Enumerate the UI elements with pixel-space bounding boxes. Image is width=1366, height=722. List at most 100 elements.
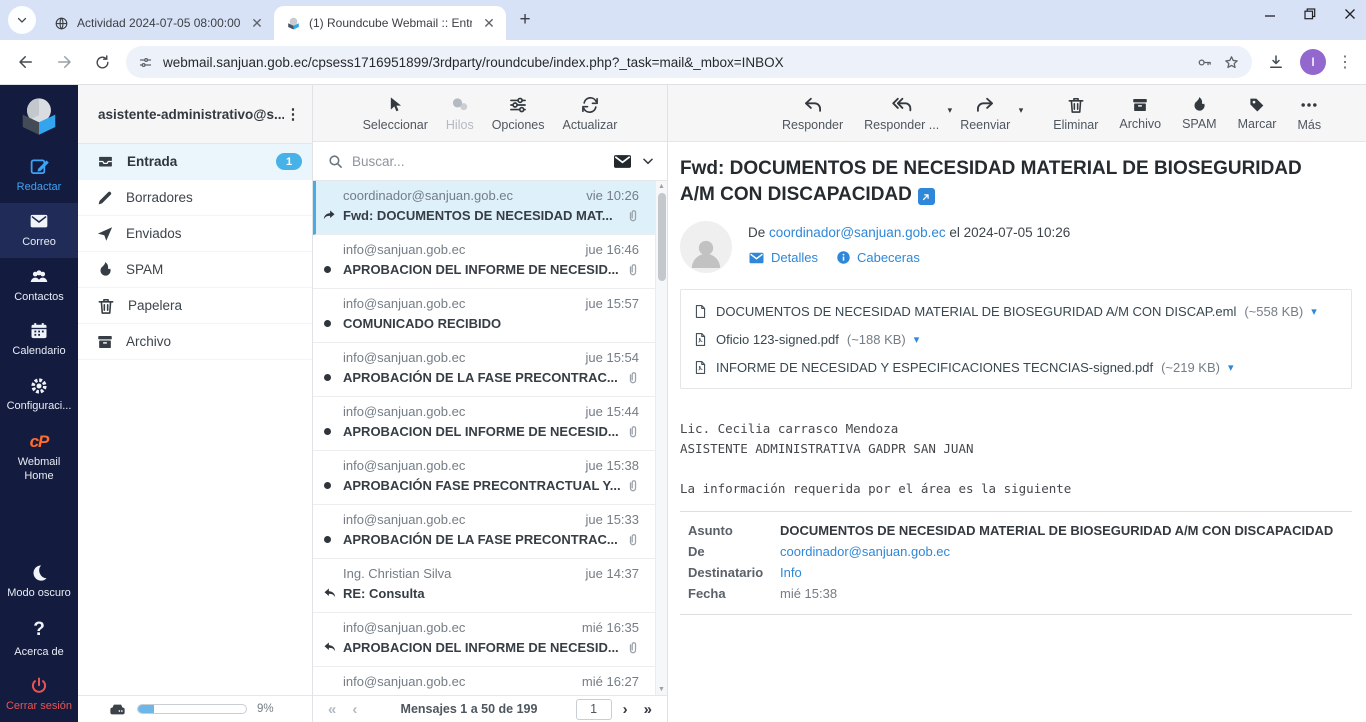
attachment-name[interactable]: INFORME DE NECESIDAD Y ESPECIFICACIONES … [716, 360, 1153, 375]
profile-avatar[interactable]: I [1300, 49, 1326, 75]
prev-page-icon[interactable]: ‹ [347, 701, 362, 718]
folders-panel: asistente-administrativo@s... ⋮ Entrada1… [78, 85, 313, 722]
browser-tab-1[interactable]: Actividad 2024-07-05 08:00:00 ✕ [42, 6, 274, 40]
tab-list-button[interactable] [8, 6, 36, 34]
tab-close-icon[interactable]: ✕ [248, 14, 266, 32]
detail-value[interactable]: coordinador@sanjuan.gob.ec [780, 541, 950, 562]
tab-close-icon[interactable]: ✕ [480, 14, 498, 32]
mail-toolbar-reenviar[interactable]: ▾Reenviar [956, 93, 1014, 134]
attachment-menu-caret-icon[interactable]: ▾ [1311, 305, 1317, 318]
folder-spam[interactable]: SPAM [78, 252, 312, 288]
message-subject: APROBACIÓN DE LA FASE PRECONTRAC... [343, 370, 639, 385]
search-options-chevron-icon[interactable] [641, 154, 655, 168]
mail-toolbar-spam[interactable]: SPAM [1178, 93, 1221, 133]
reply-flag-icon [321, 640, 338, 655]
message-row[interactable]: Ing. Christian Silvajue 14:37RE: Consult… [313, 559, 655, 613]
mail-toolbar-archivo[interactable]: Archivo [1115, 94, 1165, 133]
open-in-new-window-icon[interactable] [918, 188, 935, 205]
attachment-name[interactable]: DOCUMENTOS DE NECESIDAD MATERIAL DE BIOS… [716, 304, 1236, 319]
search-input[interactable] [352, 154, 604, 169]
question-icon: ? [33, 618, 45, 642]
next-page-icon[interactable]: › [618, 701, 633, 718]
list-toolbar-hilos[interactable]: Hilos [442, 93, 478, 134]
message-row[interactable]: coordinador@sanjuan.gob.ecvie 10:26Fwd: … [313, 181, 655, 235]
mail-toolbar-responder-[interactable]: ▾Responder ... [860, 93, 943, 134]
folder-enviados[interactable]: Enviados [78, 216, 312, 252]
detail-value: mié 15:38 [780, 583, 837, 604]
mail-toolbar-más[interactable]: Más [1293, 93, 1325, 134]
browser-menu-icon[interactable]: ⋮ [1336, 52, 1354, 72]
paperclip-icon [625, 532, 641, 549]
mail-toolbar-marcar[interactable]: Marcar [1234, 93, 1281, 133]
folder-options-icon[interactable]: ⋮ [284, 105, 302, 123]
message-rows: coordinador@sanjuan.gob.ecvie 10:26Fwd: … [313, 181, 667, 695]
reply-all-icon [892, 95, 912, 115]
message-row[interactable]: info@sanjuan.gob.ecjue 15:57COMUNICADO R… [313, 289, 655, 343]
rail-item-correo[interactable]: Correo [0, 203, 78, 258]
folder-papelera[interactable]: Papelera [78, 288, 312, 324]
pdf-icon [693, 359, 708, 376]
rail-item-redactar[interactable]: Redactar [0, 147, 78, 203]
mail-toolbar-eliminar[interactable]: Eliminar [1049, 93, 1102, 134]
bookmark-star-icon[interactable] [1223, 54, 1240, 71]
list-toolbar-seleccionar[interactable]: Seleccionar [359, 93, 432, 134]
url-text[interactable]: webmail.sanjuan.gob.ec/cpsess1716951899/… [163, 55, 1186, 70]
first-page-icon[interactable]: « [323, 701, 341, 718]
list-toolbar-opciones[interactable]: Opciones [488, 93, 549, 134]
rail-item-acerca-de[interactable]: ?Acerca de [0, 609, 78, 668]
from-address-link[interactable]: coordinador@sanjuan.gob.ec [769, 225, 946, 240]
more-icon [1299, 95, 1319, 115]
address-bar[interactable]: webmail.sanjuan.gob.ec/cpsess1716951899/… [126, 46, 1252, 78]
folder-archivo[interactable]: Archivo [78, 324, 312, 360]
detail-value[interactable]: Info [780, 562, 802, 583]
rail-item-modo-oscuro[interactable]: Modo oscuro [0, 554, 78, 609]
reload-icon[interactable] [88, 48, 116, 76]
message-sender: coordinador@sanjuan.gob.ec [343, 188, 513, 203]
attachment-size: (~219 KB) [1161, 360, 1220, 375]
message-row[interactable]: info@sanjuan.gob.ecjue 15:33APROBACIÓN D… [313, 505, 655, 559]
last-page-icon[interactable]: » [639, 701, 657, 718]
list-toolbar-actualizar[interactable]: Actualizar [559, 93, 622, 134]
mail-toolbar-responder[interactable]: Responder [778, 93, 847, 134]
message-row[interactable]: info@sanjuan.gob.ecjue 15:44APROBACION D… [313, 397, 655, 451]
tune-icon[interactable] [138, 55, 153, 70]
rail-item-configuraci-[interactable]: Configuraci... [0, 367, 78, 422]
back-icon[interactable] [12, 48, 40, 76]
browser-tab-2[interactable]: (1) Roundcube Webmail :: Entra ✕ [274, 6, 506, 40]
close-icon[interactable] [1344, 8, 1356, 20]
download-icon[interactable] [1262, 48, 1290, 76]
mail-subject: Fwd: DOCUMENTOS DE NECESIDAD MATERIAL DE… [680, 156, 1340, 207]
restore-icon[interactable] [1304, 8, 1316, 20]
rail-item-calendario[interactable]: Calendario [0, 312, 78, 367]
message-subject: APROBACION DEL INFORME DE NECESID... [343, 640, 639, 655]
message-row[interactable]: info@sanjuan.gob.ecjue 15:54APROBACIÓN D… [313, 343, 655, 397]
rail-item-webmail-home[interactable]: cPWebmail Home [0, 422, 78, 492]
attachment-name[interactable]: Oficio 123-signed.pdf [716, 332, 839, 347]
details-link[interactable]: Detalles [748, 250, 818, 265]
message-row[interactable]: info@sanjuan.gob.ecjue 15:38APROBACIÓN F… [313, 451, 655, 505]
message-row[interactable]: info@sanjuan.gob.ecjue 16:46APROBACION D… [313, 235, 655, 289]
button-label: Responder [782, 118, 843, 132]
password-key-icon[interactable] [1196, 54, 1213, 71]
attachment-menu-caret-icon[interactable]: ▾ [914, 333, 920, 346]
new-tab-button[interactable]: + [512, 7, 538, 33]
minimize-icon[interactable] [1264, 8, 1276, 20]
dropdown-caret-icon[interactable]: ▾ [948, 105, 953, 116]
dropdown-caret-icon[interactable]: ▾ [1019, 105, 1024, 116]
attachment-menu-caret-icon[interactable]: ▾ [1228, 361, 1234, 374]
search-scope-envelope-icon[interactable] [612, 153, 633, 170]
message-row[interactable]: info@sanjuan.gob.ecmié 16:35APROBACION D… [313, 613, 655, 667]
headers-link[interactable]: Cabeceras [836, 250, 920, 265]
message-date: mié 16:27 [582, 674, 639, 689]
browser-tab-strip: Actividad 2024-07-05 08:00:00 ✕ (1) Roun… [0, 0, 1366, 40]
folder-borradores[interactable]: Borradores [78, 180, 312, 216]
button-label: Actualizar [563, 118, 618, 132]
rail-item-cerrar-sesi-n[interactable]: Cerrar sesión [0, 667, 78, 722]
forward-icon[interactable] [50, 48, 78, 76]
folder-entrada[interactable]: Entrada1 [78, 144, 312, 180]
page-number-input[interactable] [576, 699, 612, 720]
list-scrollbar[interactable]: ▲▼ [655, 181, 667, 695]
message-row[interactable]: info@sanjuan.gob.ecmié 16:27 [313, 667, 655, 695]
button-label: Opciones [492, 118, 545, 132]
rail-item-contactos[interactable]: Contactos [0, 258, 78, 313]
